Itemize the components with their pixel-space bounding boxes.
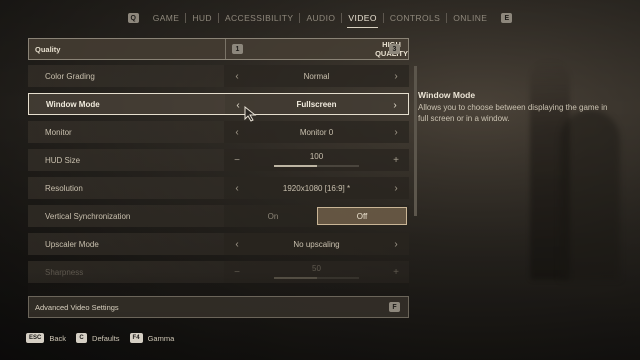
chevron-left-icon[interactable]: ‹ — [230, 233, 244, 255]
toggle-on-option[interactable]: On — [228, 207, 318, 225]
c-key: C — [76, 333, 88, 343]
slider-track[interactable] — [274, 165, 359, 167]
setting-value: Normal — [303, 71, 330, 81]
tab-label: VIDEO — [348, 13, 377, 23]
quality-next-key[interactable]: 3 — [389, 44, 400, 54]
setting-hud-size[interactable]: HUD Size − 100 + — [28, 149, 409, 171]
tab-online[interactable]: ONLINE — [447, 8, 493, 28]
back-hint[interactable]: ESC Back — [26, 333, 66, 343]
setting-label: Sharpness — [45, 267, 84, 277]
setting-label: Window Mode — [46, 99, 100, 109]
setting-value: No upscaling — [293, 239, 340, 249]
setting-label: Monitor — [45, 127, 72, 137]
hint-label: Gamma — [147, 333, 175, 343]
setting-monitor[interactable]: Monitor ‹ Monitor 0 › — [28, 121, 409, 143]
chevron-left-icon[interactable]: ‹ — [230, 65, 244, 87]
toggle-off-option[interactable]: Off — [317, 207, 407, 225]
hint-label: Defaults — [92, 333, 120, 343]
chevron-left-icon[interactable]: ‹ — [230, 121, 244, 143]
slider[interactable]: − 100 + — [224, 149, 409, 171]
quality-prev-key[interactable]: 1 — [232, 44, 243, 54]
setting-color-grading[interactable]: Color Grading ‹ Normal › — [28, 65, 409, 87]
slider-value: 100 — [309, 152, 324, 161]
setting-description: Window Mode Allows you to choose between… — [418, 90, 618, 124]
chevron-left-icon[interactable]: ‹ — [230, 177, 244, 199]
tab-audio[interactable]: AUDIO — [300, 8, 341, 28]
slider-fill — [274, 165, 317, 167]
tab-accessibility[interactable]: ACCESSIBILITY — [219, 8, 300, 28]
plus-icon: + — [393, 266, 399, 278]
tab-label: HUD — [192, 13, 212, 23]
setting-label: Vertical Synchronization — [45, 211, 131, 221]
option-selector[interactable]: ‹ 1920x1080 [16:9] * › — [224, 177, 409, 199]
scrollbar-thumb[interactable] — [414, 66, 417, 216]
description-text: Allows you to choose between displaying … — [418, 103, 608, 123]
advanced-label: Advanced Video Settings — [35, 302, 119, 312]
setting-value: 1920x1080 [16:9] * — [282, 183, 351, 193]
scrollbar[interactable] — [414, 66, 417, 216]
divider — [225, 39, 226, 59]
slider-value: 50 — [312, 264, 321, 273]
defaults-hint[interactable]: C Defaults — [76, 333, 120, 343]
setting-vertical-synchronization[interactable]: Vertical Synchronization On Off — [28, 205, 409, 227]
background-tree — [560, 110, 620, 280]
advanced-key[interactable]: F — [389, 302, 400, 312]
tab-label: AUDIO — [306, 13, 336, 23]
tab-label: ONLINE — [453, 13, 488, 23]
top-tab-bar: Q GAME HUD ACCESSIBILITY AUDIO VIDEO CON… — [0, 8, 640, 28]
hint-label: Back — [49, 333, 67, 343]
mouse-cursor-icon — [244, 106, 257, 122]
setting-resolution[interactable]: Resolution ‹ 1920x1080 [16:9] * › — [28, 177, 409, 199]
option-selector[interactable]: ‹ Normal › — [224, 65, 409, 87]
plus-icon[interactable]: + — [389, 149, 403, 171]
chevron-left-icon[interactable]: ‹ — [231, 94, 245, 116]
quality-label: Quality — [35, 44, 61, 54]
chevron-right-icon[interactable]: › — [389, 177, 403, 199]
setting-label: Upscaler Mode — [45, 239, 99, 249]
next-tab-key[interactable]: E — [501, 13, 513, 23]
tab-hud[interactable]: HUD — [186, 8, 218, 28]
setting-window-mode[interactable]: Window Mode ‹ Fullscreen › — [28, 93, 409, 115]
tab-controls[interactable]: CONTROLS — [384, 8, 446, 28]
setting-sharpness: Sharpness − 50 + — [28, 261, 409, 283]
setting-label: Color Grading — [45, 71, 95, 81]
slider: − 50 + — [224, 261, 409, 283]
tab-game[interactable]: GAME — [147, 8, 186, 28]
setting-label: HUD Size — [45, 155, 81, 165]
footer-hints: ESC Back C Defaults F4 Gamma — [26, 333, 174, 343]
prev-tab-key[interactable]: Q — [127, 13, 139, 23]
tab-label: CONTROLS — [389, 13, 441, 23]
option-selector[interactable]: ‹ No upscaling › — [224, 233, 409, 255]
chevron-right-icon[interactable]: › — [389, 233, 403, 255]
chevron-right-icon[interactable]: › — [389, 65, 403, 87]
gamma-hint[interactable]: F4 Gamma — [129, 333, 175, 343]
setting-label: Resolution — [45, 183, 83, 193]
tab-label: ACCESSIBILITY — [224, 13, 294, 23]
description-title: Window Mode — [418, 90, 476, 100]
quality-preset-selector[interactable]: Quality 1 HIGH QUALITY 3 — [28, 38, 409, 60]
toggle-group[interactable]: On Off — [224, 205, 409, 227]
esc-key: ESC — [26, 333, 45, 343]
setting-upscaler-mode[interactable]: Upscaler Mode ‹ No upscaling › — [28, 233, 409, 255]
tab-video[interactable]: VIDEO — [342, 8, 382, 28]
chevron-right-icon[interactable]: › — [389, 121, 403, 143]
settings-panel: Quality 1 HIGH QUALITY 3 Color Grading ‹… — [28, 38, 409, 312]
slider-fill — [274, 277, 317, 279]
setting-value: Fullscreen — [296, 99, 337, 109]
slider-track — [274, 277, 359, 279]
advanced-video-settings-button[interactable]: Advanced Video Settings F — [28, 296, 409, 318]
chevron-right-icon[interactable]: › — [388, 94, 402, 116]
option-selector[interactable]: ‹ Monitor 0 › — [224, 121, 409, 143]
f4-key: F4 — [129, 333, 143, 343]
tab-label: GAME — [152, 13, 180, 23]
settings-list: Color Grading ‹ Normal › Window Mode ‹ F… — [28, 65, 409, 312]
quality-value: HIGH QUALITY — [179, 40, 408, 58]
setting-value: Monitor 0 — [299, 127, 334, 137]
